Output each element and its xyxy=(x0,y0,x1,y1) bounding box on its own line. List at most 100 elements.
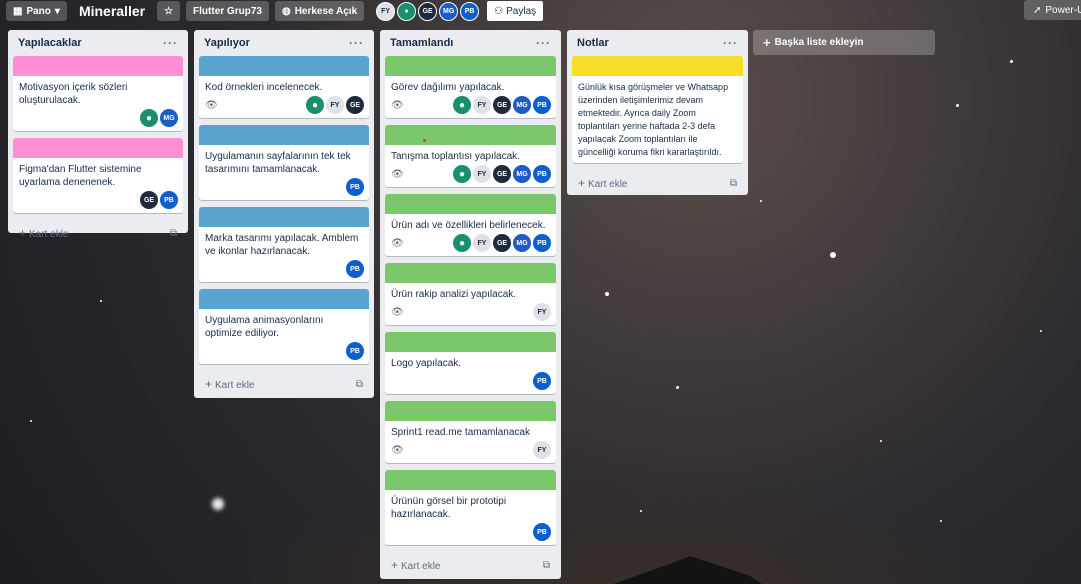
card[interactable]: Kod örnekleri incelenecek. 👁 ● FY GE xyxy=(199,56,369,118)
template-icon[interactable]: ⧉ xyxy=(543,560,550,571)
template-icon[interactable]: ⧉ xyxy=(170,228,177,239)
member-avatar[interactable]: PB xyxy=(346,178,364,196)
card-title: Logo yapılacak. xyxy=(391,358,462,369)
list-title[interactable]: Yapılacaklar xyxy=(18,37,82,49)
card-cover xyxy=(13,138,183,158)
add-card-button[interactable]: + Kart ekle ⧉ xyxy=(199,371,369,397)
card[interactable]: Ürünün görsel bir prototipi hazırlanacak… xyxy=(385,470,556,545)
card-cover xyxy=(199,56,369,76)
member-avatar[interactable]: PB xyxy=(460,1,480,21)
member-avatar[interactable]: FY xyxy=(473,234,491,252)
member-avatar[interactable]: FY xyxy=(533,441,551,459)
card[interactable]: Görev dağılımı yapılacak. 👁 ● FY GE MG P… xyxy=(385,56,556,118)
list-header: Tamamlandı ··· xyxy=(385,30,556,56)
more-icon[interactable]: ··· xyxy=(163,36,178,50)
eye-icon: 👁 xyxy=(205,99,218,111)
list-title[interactable]: Yapılıyor xyxy=(204,37,250,49)
card-cover xyxy=(385,56,556,76)
plus-icon: + xyxy=(391,558,399,572)
card[interactable]: Logo yapılacak. PB xyxy=(385,332,556,394)
member-avatar[interactable]: MG xyxy=(160,109,178,127)
add-card-button[interactable]: + Kart ekle ⧉ xyxy=(385,552,556,578)
card[interactable]: Uygulamanın sayfalarının tek tek tasarım… xyxy=(199,125,369,200)
member-avatar[interactable]: ● xyxy=(140,109,158,127)
member-avatar[interactable]: FY xyxy=(326,96,344,114)
add-list-button[interactable]: + Başka liste ekleyin xyxy=(753,30,935,55)
board-icon: ▦ xyxy=(13,5,23,17)
member-avatar[interactable]: FY xyxy=(473,165,491,183)
template-icon[interactable]: ⧉ xyxy=(730,178,737,189)
member-avatar[interactable]: GE xyxy=(140,191,158,209)
card[interactable]: Marka tasarımı yapılacak. Amblem ve ikon… xyxy=(199,207,369,282)
add-card-button[interactable]: + Kart ekle ⧉ xyxy=(572,170,743,196)
member-avatar[interactable]: PB xyxy=(533,523,551,541)
member-avatar[interactable]: GE xyxy=(493,165,511,183)
share-button[interactable]: ⚇ Paylaş xyxy=(487,1,544,21)
add-card-label: Kart ekle xyxy=(588,179,628,190)
member-avatar[interactable]: FY xyxy=(376,1,396,21)
visibility-button[interactable]: ◍ Herkese Açık xyxy=(274,1,365,21)
cursor-dot xyxy=(423,139,426,142)
card-title: Tanışma toplantısı yapılacak. xyxy=(391,151,520,162)
team-button[interactable]: Flutter Grup73 xyxy=(186,1,269,21)
board-title[interactable]: Mineraller xyxy=(73,3,151,19)
template-icon[interactable]: ⧉ xyxy=(356,379,363,390)
member-avatar[interactable]: PB xyxy=(533,234,551,252)
member-avatar[interactable]: FY xyxy=(533,303,551,321)
plus-icon: + xyxy=(578,176,586,190)
card[interactable]: Sprint1 read.me tamamlanacak 👁 FY xyxy=(385,401,556,463)
more-icon[interactable]: ··· xyxy=(723,36,738,50)
user-icon: ● xyxy=(311,99,319,111)
add-card-label: Kart ekle xyxy=(215,380,255,391)
card[interactable]: Uygulama animasyonlarını optimize ediliy… xyxy=(199,289,369,364)
member-avatar[interactable]: ● xyxy=(453,96,471,114)
more-icon[interactable]: ··· xyxy=(536,36,551,50)
member-avatar[interactable]: ● xyxy=(397,1,417,21)
card-cover xyxy=(385,401,556,421)
add-card-button[interactable]: + Kart ekle ⧉ xyxy=(13,220,183,246)
chevron-down-icon: ▾ xyxy=(54,5,60,17)
star-button[interactable]: ☆ xyxy=(157,1,181,21)
card[interactable]: Tanışma toplantısı yapılacak. 👁 ● FY GE … xyxy=(385,125,556,187)
member-avatar[interactable]: PB xyxy=(533,96,551,114)
card[interactable]: Ürün adı ve özellikleri belirlenecek. 👁 … xyxy=(385,194,556,256)
member-avatar[interactable]: GE xyxy=(418,1,438,21)
list-title[interactable]: Notlar xyxy=(577,37,609,49)
member-avatar[interactable]: GE xyxy=(346,96,364,114)
member-avatar[interactable]: GE xyxy=(493,96,511,114)
member-avatar[interactable]: PB xyxy=(346,342,364,360)
card[interactable]: Ürün rakip analizi yapılacak. 👁 FY xyxy=(385,263,556,325)
more-icon[interactable]: ··· xyxy=(349,36,364,50)
list-title[interactable]: Tamamlandı xyxy=(390,37,453,49)
user-icon: ● xyxy=(145,112,153,124)
member-avatar[interactable]: PB xyxy=(346,260,364,278)
rocket-icon: ➚ xyxy=(1033,4,1042,16)
member-avatar[interactable]: ● xyxy=(453,234,471,252)
card-cover xyxy=(199,207,369,227)
member-avatar[interactable]: PB xyxy=(160,191,178,209)
board-menu-button[interactable]: ▦ Pano ▾ xyxy=(6,1,67,21)
add-list-label: Başka liste ekleyin xyxy=(774,37,864,48)
list-header: Yapılacaklar ··· xyxy=(13,30,183,56)
card[interactable]: Motivasyon içerik sözleri oluşturulacak.… xyxy=(13,56,183,131)
powerup-label: Power-Up xyxy=(1045,4,1081,16)
member-avatar[interactable]: ● xyxy=(306,96,324,114)
card-cover xyxy=(572,56,743,76)
card[interactable]: Günlük kısa görüşmeler ve Whatsapp üzeri… xyxy=(572,56,743,163)
list-tamamlandi: Tamamlandı ··· Görev dağılımı yapılacak.… xyxy=(380,30,561,579)
member-avatar[interactable]: MG xyxy=(439,1,459,21)
member-avatar[interactable]: GE xyxy=(493,234,511,252)
member-avatar[interactable]: PB xyxy=(533,372,551,390)
member-avatar[interactable]: PB xyxy=(533,165,551,183)
member-avatar[interactable]: MG xyxy=(513,96,531,114)
eye-icon: 👁 xyxy=(391,444,404,456)
member-avatar[interactable]: ● xyxy=(453,165,471,183)
powerup-button[interactable]: ➚ Power-Up xyxy=(1024,0,1081,20)
mountain-silhouette xyxy=(580,556,780,584)
card-title: Marka tasarımı yapılacak. Amblem ve ikon… xyxy=(205,233,359,257)
member-avatar[interactable]: FY xyxy=(473,96,491,114)
member-avatar[interactable]: MG xyxy=(513,234,531,252)
eye-icon: 👁 xyxy=(391,168,404,180)
member-avatar[interactable]: MG xyxy=(513,165,531,183)
card[interactable]: Figma'dan Flutter sistemine uyarlama den… xyxy=(13,138,183,213)
